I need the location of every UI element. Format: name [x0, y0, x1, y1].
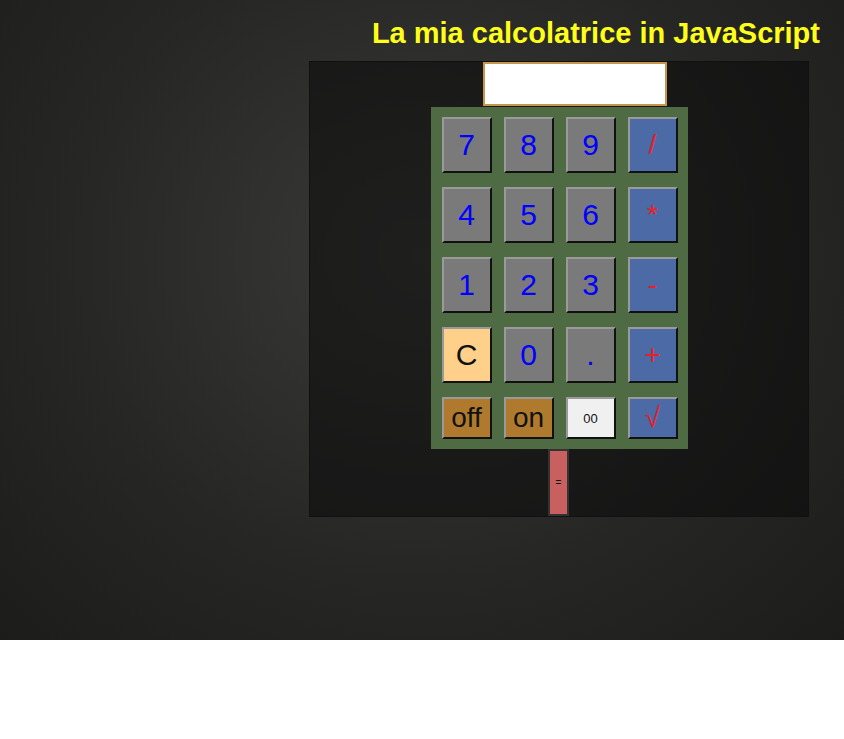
- operator-key[interactable]: -: [628, 257, 678, 313]
- digit-key[interactable]: 1: [442, 257, 492, 313]
- digit-key[interactable]: 5: [504, 187, 554, 243]
- digit-key[interactable]: 3: [566, 257, 616, 313]
- operator-key[interactable]: +: [628, 327, 678, 383]
- digit-key[interactable]: 8: [504, 117, 554, 173]
- page: La mia calcolatrice in JavaScript 789/ 456…: [0, 0, 844, 739]
- power-key[interactable]: on: [504, 397, 554, 439]
- digit-key[interactable]: 6: [566, 187, 616, 243]
- digit-key[interactable]: 4: [442, 187, 492, 243]
- digit-key[interactable]: 9: [566, 117, 616, 173]
- clear-key[interactable]: C: [442, 327, 492, 383]
- calculator: 789/ 456* 123- C0.+ offon 00 √ =: [309, 61, 809, 517]
- digit-key[interactable]: 2: [504, 257, 554, 313]
- digit-key[interactable]: .: [566, 327, 616, 383]
- header: La mia calcolatrice in JavaScript: [0, 0, 844, 61]
- power-key[interactable]: off: [442, 397, 492, 439]
- keypad: 789/ 456* 123- C0.+ offon 00 √: [431, 107, 688, 449]
- operator-key[interactable]: /: [628, 117, 678, 173]
- equals-key[interactable]: =: [548, 449, 569, 516]
- operator-key[interactable]: *: [628, 187, 678, 243]
- double-key[interactable]: 00: [566, 397, 616, 439]
- page-title: La mia calcolatrice in JavaScript: [372, 14, 820, 61]
- digit-key[interactable]: 7: [442, 117, 492, 173]
- digit-key[interactable]: 0: [504, 327, 554, 383]
- display-field[interactable]: [483, 62, 667, 106]
- operator-key[interactable]: √: [628, 397, 678, 439]
- chalkboard-background: La mia calcolatrice in JavaScript 789/ 456…: [0, 0, 844, 640]
